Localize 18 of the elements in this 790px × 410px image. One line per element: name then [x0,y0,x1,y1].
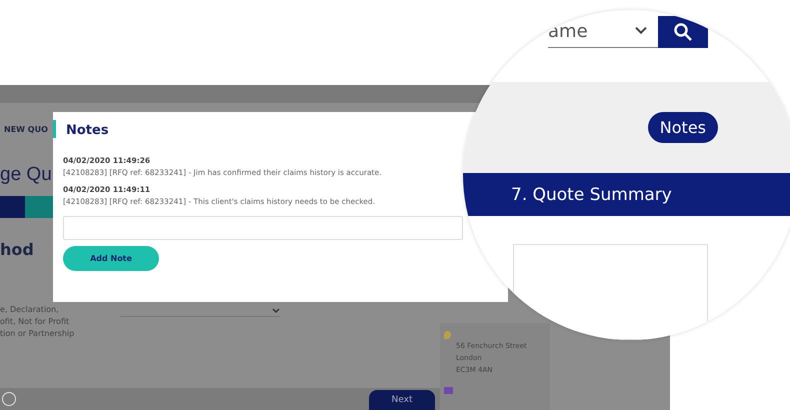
step-title: 7. Quote Summary [511,184,672,205]
location-pin-icon [444,331,451,339]
dialog-title: Notes [53,120,117,138]
option-text: ofit, Not for Profit [0,317,70,326]
radio-button[interactable] [2,392,16,406]
section-heading: hod [0,240,34,259]
next-button[interactable]: Next [369,390,435,410]
search-button[interactable] [658,16,708,48]
chevron-down-icon [272,308,280,314]
notes-button[interactable]: Notes [648,112,718,143]
chevron-down-icon [634,26,648,36]
note-input-field[interactable] [63,216,463,240]
option-text: tion or Partnership [0,329,76,338]
add-note-button[interactable]: Add Note [63,246,159,271]
page-heading: ge Qu [0,164,52,186]
option-text: e, Declaration, [0,305,60,314]
search-icon [673,22,693,42]
nav-tab[interactable]: NEW QUO [4,125,48,134]
